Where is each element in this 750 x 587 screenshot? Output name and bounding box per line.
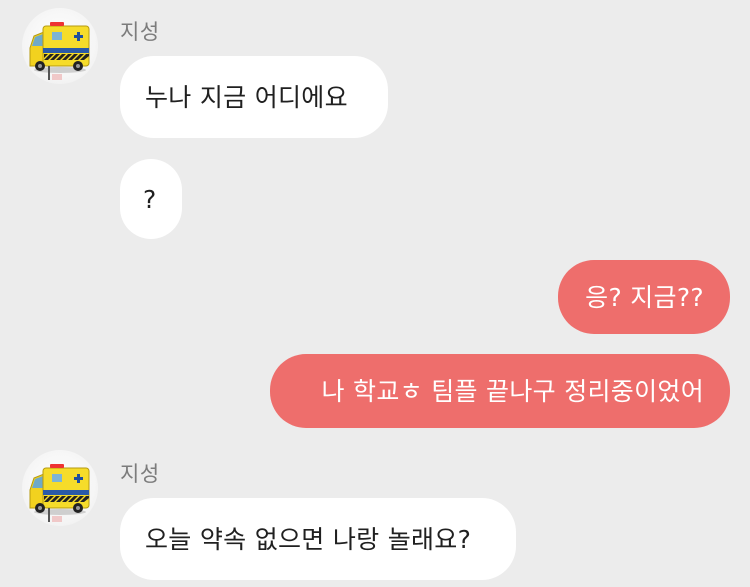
message-bubble-incoming[interactable]: 누나 지금 어디에요 [120,56,388,138]
sender-name: 지성 [120,20,160,44]
message-bubble-outgoing[interactable]: 응? 지금?? [558,260,730,334]
message-bubble-incoming[interactable]: ? [120,159,182,239]
ambulance-toy-icon [29,464,90,522]
sender-name: 지성 [120,462,160,486]
ambulance-toy-icon [29,22,90,80]
message-bubble-outgoing[interactable]: 나 학교ㅎ 팀플 끝나구 정리중이었어 [270,354,730,428]
message-bubble-incoming[interactable]: 오늘 약속 없으면 나랑 놀래요? [120,498,516,580]
avatar[interactable] [22,8,98,84]
avatar[interactable] [22,450,98,526]
